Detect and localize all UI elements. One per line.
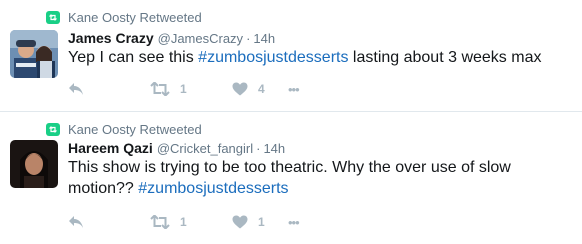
retweeted-by-label: Kane Oosty Retweeted [68, 9, 202, 25]
more-icon: ••• [288, 81, 300, 97]
fullname[interactable]: Hareem Qazi [68, 140, 153, 156]
more-button[interactable]: ••• [288, 81, 300, 97]
reply-button[interactable] [68, 215, 150, 229]
username[interactable]: @Cricket_fangirl [157, 141, 253, 156]
username[interactable]: @JamesCrazy [158, 31, 243, 46]
retweet-icon [150, 82, 170, 96]
retweet-icon [150, 215, 170, 229]
tweet-text-body: Yep I can see this [68, 49, 199, 66]
tweet-card[interactable]: Kane Oosty Retweeted James Crazy @JamesC… [0, 0, 582, 112]
more-button[interactable]: ••• [288, 214, 300, 230]
tweet-text: Yep I can see this #zumbosjustdesserts l… [68, 47, 568, 68]
tweet-text-body: This show is trying to be too theatric. … [68, 159, 511, 197]
tweet-actions: 1 1 ••• [68, 214, 300, 230]
separator: · [246, 31, 251, 46]
heart-icon [232, 82, 248, 96]
more-icon: ••• [288, 214, 300, 230]
like-count: 4 [258, 82, 265, 96]
retweet-button[interactable]: 1 [150, 82, 232, 96]
retweet-button[interactable]: 1 [150, 215, 232, 229]
retweet-icon [46, 122, 60, 136]
fullname[interactable]: James Crazy [68, 30, 154, 46]
like-button[interactable]: 1 [232, 215, 288, 229]
retweeted-by-label: Kane Oosty Retweeted [68, 121, 202, 137]
timestamp[interactable]: 14h [263, 141, 285, 156]
tweet-header: Hareem Qazi @Cricket_fangirl · 14h [68, 140, 285, 156]
retweet-count: 1 [180, 82, 187, 96]
tweet-text-tail: lasting about 3 weeks max [348, 49, 542, 66]
retweet-icon [46, 10, 60, 24]
separator: · [256, 141, 261, 156]
reply-button[interactable] [68, 82, 150, 96]
hashtag-link[interactable]: #zumbosjustdesserts [138, 180, 288, 197]
reply-icon [69, 216, 83, 228]
like-count: 1 [258, 215, 265, 229]
avatar[interactable] [10, 140, 58, 188]
timestamp[interactable]: 14h [253, 31, 275, 46]
avatar[interactable] [10, 30, 58, 78]
reply-icon [69, 83, 83, 95]
retweet-count: 1 [180, 215, 187, 229]
like-button[interactable]: 4 [232, 82, 288, 96]
tweet-card[interactable]: Kane Oosty Retweeted Hareem Qazi @Cricke… [0, 112, 582, 244]
hashtag-link[interactable]: #zumbosjustdesserts [198, 49, 348, 66]
heart-icon [232, 215, 248, 229]
tweet-text: This show is trying to be too theatric. … [68, 157, 568, 199]
tweet-actions: 1 4 ••• [68, 81, 300, 97]
retweet-context[interactable]: Kane Oosty Retweeted [46, 9, 202, 25]
tweet-header: James Crazy @JamesCrazy · 14h [68, 30, 275, 46]
retweet-context[interactable]: Kane Oosty Retweeted [46, 121, 202, 137]
